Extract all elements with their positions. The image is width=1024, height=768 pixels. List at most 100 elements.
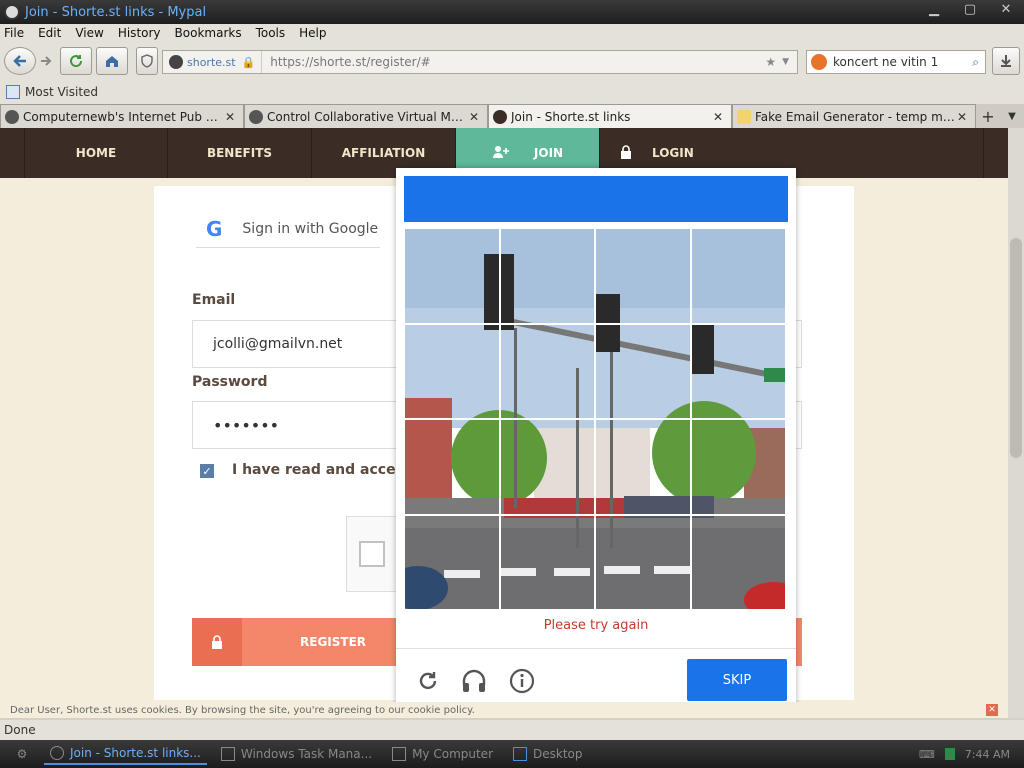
menu-bookmarks[interactable]: Bookmarks (175, 26, 242, 40)
site-favicon-icon (169, 55, 183, 69)
menu-history[interactable]: History (118, 26, 161, 40)
page-scrollbar[interactable] (1008, 128, 1024, 718)
start-button[interactable]: ⚙ (0, 740, 44, 768)
captcha-tile[interactable] (690, 419, 786, 515)
site-identity[interactable]: shorte.st 🔒 (163, 51, 263, 73)
close-icon[interactable]: ✕ (986, 704, 998, 716)
recaptcha-header (404, 176, 788, 222)
taskbar-item-label: My Computer (412, 747, 494, 761)
menu-tools[interactable]: Tools (256, 26, 286, 40)
captcha-tile[interactable] (404, 323, 500, 419)
tab-label: Control Collaborative Virtual Mach... (267, 109, 469, 124)
tab-fake-email[interactable]: Fake Email Generator - temp mail a... ✕ (732, 104, 976, 128)
search-icon[interactable]: ⌕ (972, 55, 979, 70)
tab-favicon-icon (249, 109, 263, 124)
reload-button[interactable] (60, 47, 92, 75)
maximize-icon[interactable]: ▢ (956, 2, 984, 17)
site-identity-label: shorte.st (187, 55, 236, 69)
window-controls: ▁ ▢ ✕ (920, 2, 1020, 17)
taskbar-item-desktop[interactable]: Desktop (507, 743, 589, 765)
search-engine-icon[interactable] (811, 54, 827, 70)
new-tab-button[interactable]: + (976, 104, 1000, 128)
keyboard-icon[interactable]: ⌨ (919, 748, 935, 761)
tab-join-shortest[interactable]: Join - Shorte.st links ✕ (488, 104, 732, 128)
captcha-tile[interactable] (404, 228, 500, 324)
tab-control-vm[interactable]: Control Collaborative Virtual Mach... ✕ (244, 104, 488, 128)
google-signin-button[interactable]: G Sign in with Google (196, 210, 380, 248)
captcha-tile[interactable] (499, 323, 595, 419)
computer-icon (392, 747, 407, 761)
forward-button[interactable] (36, 47, 56, 75)
recaptcha-checkbox-widget (346, 516, 400, 592)
menu-view[interactable]: View (75, 26, 103, 40)
taskbar-item-browser[interactable]: Join - Shorte.st links... (44, 743, 207, 765)
nav-affiliation-label: AFFILIATION (341, 146, 426, 160)
checkmark-icon: ✓ (202, 464, 212, 478)
menu-help[interactable]: Help (299, 26, 326, 40)
star-icon[interactable]: ★ (765, 55, 776, 69)
audio-challenge-button[interactable] (460, 667, 488, 695)
reload-challenge-button[interactable] (414, 667, 442, 695)
tab-label: Computernewb's Internet Pub Hub (23, 109, 225, 124)
nav-home-label: HOME (75, 146, 117, 160)
shield-button[interactable] (136, 47, 158, 75)
menu-file[interactable]: File (4, 26, 24, 40)
nav-home[interactable]: HOME (24, 128, 168, 178)
captcha-tile[interactable] (404, 419, 500, 515)
taskbar-item-label: Desktop (533, 747, 583, 761)
page-content: HOME BENEFITS AFFILIATION JOIN LOGIN G S… (0, 128, 1008, 718)
bookmark-most-visited[interactable]: Most Visited (25, 85, 98, 99)
tab-close-icon[interactable]: ✕ (469, 110, 483, 124)
captcha-tile[interactable] (595, 514, 691, 610)
tab-list-button[interactable]: ▼ (1000, 104, 1024, 128)
add-user-icon (492, 145, 510, 162)
help-button[interactable] (508, 667, 536, 695)
taskbar-item-task-manager[interactable]: Windows Task Mana... (215, 743, 378, 765)
menu-bar: File Edit View History Bookmarks Tools H… (0, 24, 1024, 42)
recaptcha-checkbox[interactable] (359, 541, 385, 567)
captcha-tile[interactable] (595, 419, 691, 515)
captcha-tile[interactable] (499, 228, 595, 324)
tab-close-icon[interactable]: ✕ (713, 110, 727, 124)
captcha-tile[interactable] (690, 323, 786, 419)
tab-close-icon[interactable]: ✕ (957, 110, 971, 124)
taskbar: ⚙ Join - Shorte.st links... Windows Task… (0, 740, 1024, 768)
captcha-tile[interactable] (595, 228, 691, 324)
email-label: Email (192, 292, 236, 308)
url-text: https://shorte.st/register/# (270, 55, 431, 69)
captcha-error-message: Please try again (543, 618, 649, 633)
back-arrow-icon (13, 55, 26, 67)
reload-icon (419, 672, 437, 690)
home-button[interactable] (96, 47, 128, 75)
search-bar[interactable]: koncert ne vitin 1 ⌕ (806, 50, 986, 74)
captcha-tile[interactable] (595, 323, 691, 419)
scrollbar-thumb[interactable] (1010, 238, 1022, 458)
accept-terms-checkbox[interactable]: ✓ (200, 464, 214, 478)
captcha-tile[interactable] (690, 228, 786, 324)
tab-computernewb[interactable]: Computernewb's Internet Pub Hub ✕ (0, 104, 244, 128)
lock-icon (620, 144, 632, 162)
cookie-notice: Dear User, Shorte.st uses cookies. By br… (0, 702, 1008, 718)
url-bar[interactable]: shorte.st 🔒 https://shorte.st/register/#… (162, 50, 798, 74)
minimize-icon[interactable]: ▁ (920, 2, 948, 17)
clock[interactable]: 7:44 AM (965, 748, 1010, 761)
nav-benefits-label: BENEFITS (206, 146, 273, 160)
downloads-button[interactable] (992, 47, 1020, 75)
url-dropdown-icon[interactable]: ▼ (782, 57, 789, 67)
captcha-tile[interactable] (499, 419, 595, 515)
register-label: REGISTER (300, 635, 367, 649)
captcha-tile[interactable] (499, 514, 595, 610)
nav-join-label: JOIN (533, 146, 564, 160)
taskbar-item-my-computer[interactable]: My Computer (386, 743, 499, 765)
skip-button[interactable]: SKIP (687, 659, 787, 701)
tab-close-icon[interactable]: ✕ (225, 110, 239, 124)
captcha-tile[interactable] (404, 514, 500, 610)
close-icon[interactable]: ✕ (992, 2, 1020, 17)
password-value: ••••••• (213, 415, 280, 435)
back-button[interactable] (4, 47, 36, 75)
menu-edit[interactable]: Edit (38, 26, 61, 40)
nav-benefits[interactable]: BENEFITS (168, 128, 312, 178)
window-title-bar: Join - Shorte.st links - Mypal ▁ ▢ ✕ (0, 0, 1024, 24)
network-icon[interactable] (944, 748, 955, 760)
captcha-tile[interactable] (690, 514, 786, 610)
